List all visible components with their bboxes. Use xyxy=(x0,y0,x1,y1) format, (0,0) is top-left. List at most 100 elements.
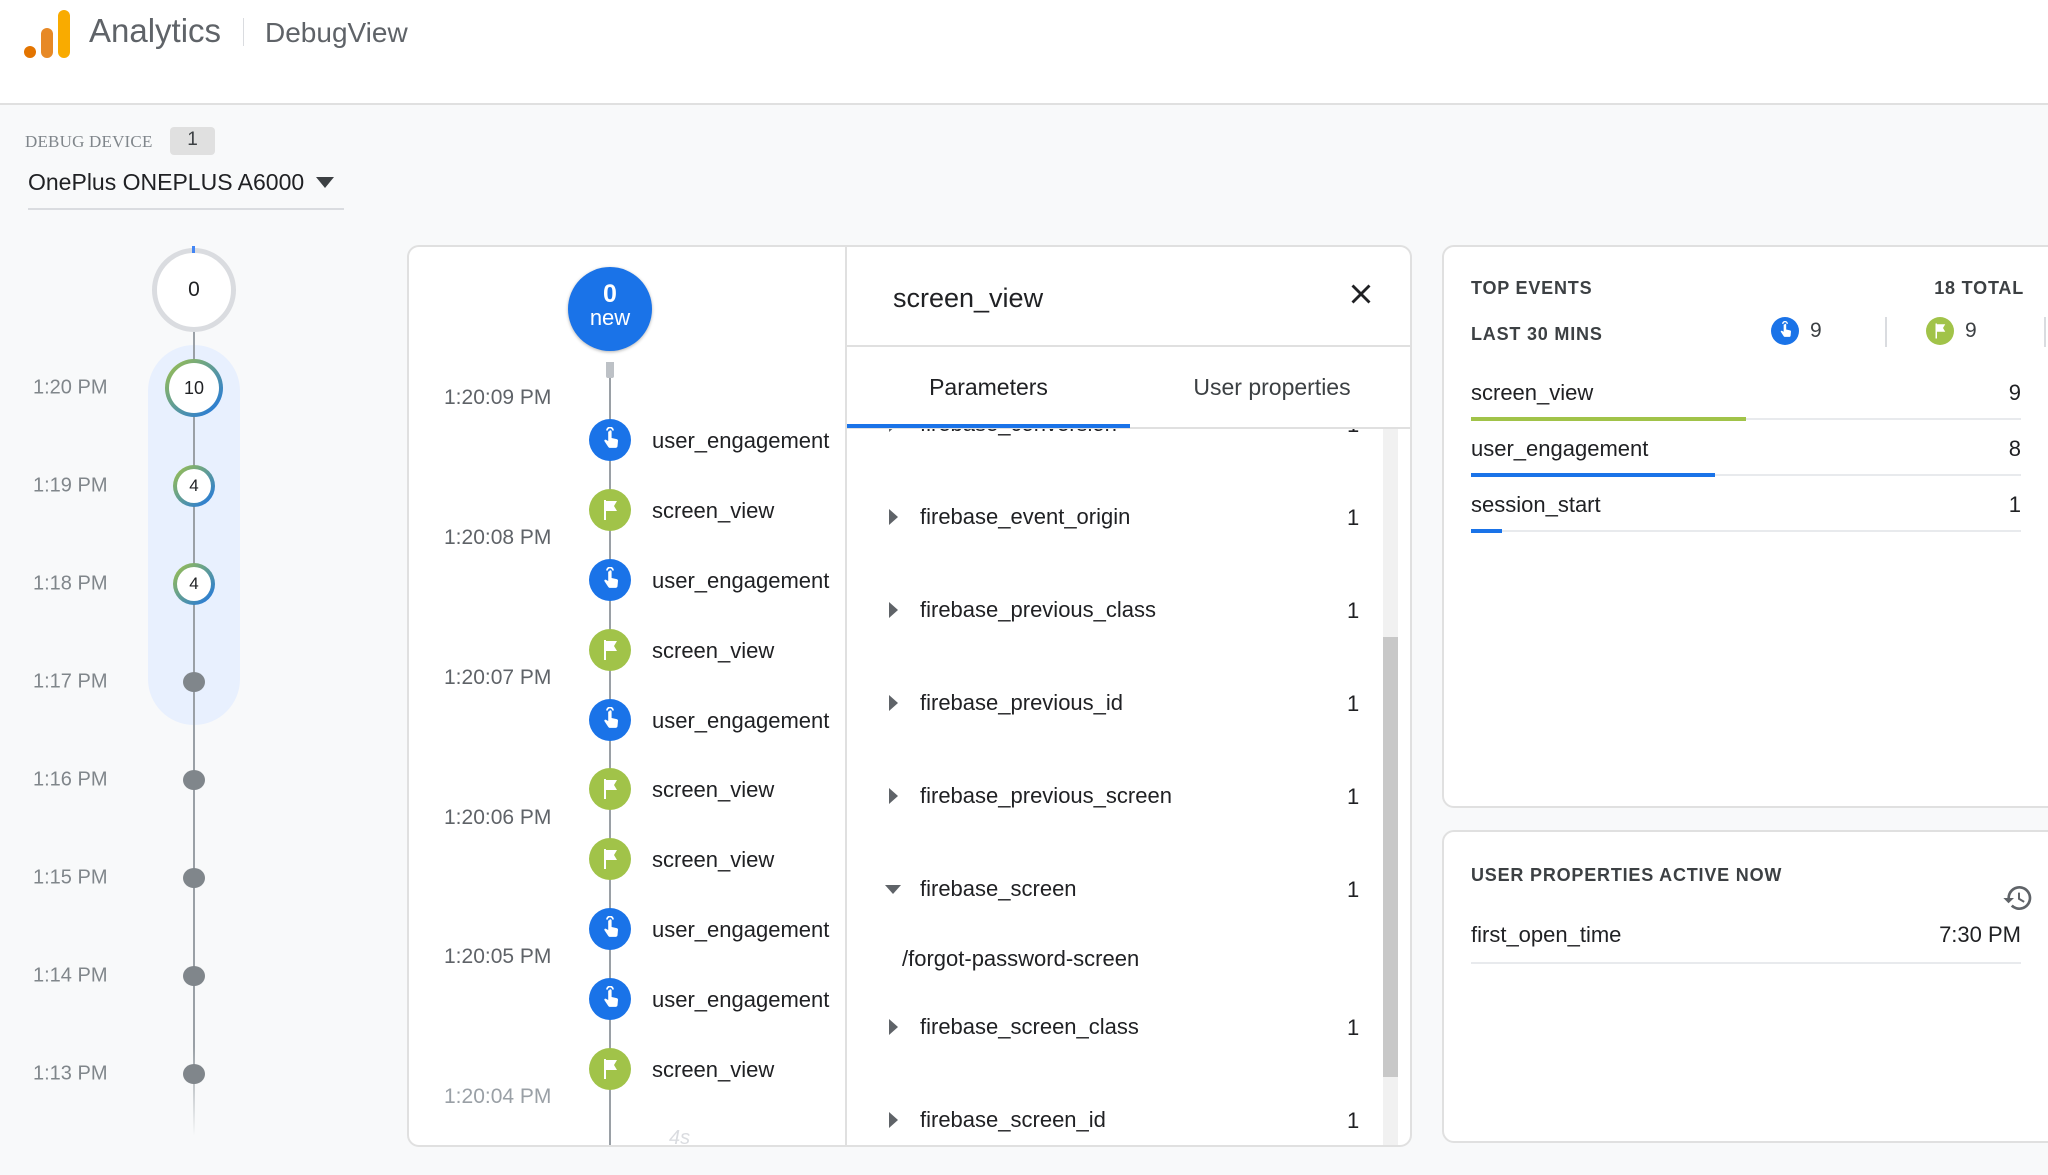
event-row[interactable]: user_engagement xyxy=(589,699,847,743)
parameter-count: 1 xyxy=(1347,598,1360,623)
minute-event-count[interactable]: 4 xyxy=(173,465,215,507)
event-type-count: 9 xyxy=(1965,319,1977,342)
scrollbar-thumb[interactable] xyxy=(1383,637,1398,1077)
active-tab-indicator xyxy=(847,424,1130,428)
touch-icon xyxy=(589,978,631,1020)
event-row[interactable]: user_engagement xyxy=(589,908,847,952)
minute-empty-dot[interactable] xyxy=(183,868,205,888)
minute-label: 1:18 PM xyxy=(33,572,108,595)
top-event-bar-track xyxy=(1471,530,2021,532)
analytics-logo-icon[interactable] xyxy=(24,8,72,58)
minute-label: 1:19 PM xyxy=(33,474,108,497)
new-events-count: 0 xyxy=(603,280,617,308)
second-timestamp: 1:20:08 PM xyxy=(444,526,552,549)
event-name: user_engagement xyxy=(652,428,830,453)
minute-label: 1:13 PM xyxy=(33,1062,108,1085)
minute-event-count[interactable]: 10 xyxy=(165,359,223,417)
second-timestamp: 1:20:06 PM xyxy=(444,806,552,829)
stat-divider xyxy=(1885,317,1887,347)
parameter-count: 1 xyxy=(1347,1015,1360,1040)
minute-empty-dot[interactable] xyxy=(183,1064,205,1084)
top-event-row[interactable]: user_engagement 8 xyxy=(1471,428,2021,484)
stat-divider xyxy=(2044,317,2046,347)
second-timestamp: 1:20:04 PM xyxy=(444,1085,552,1108)
flag-icon xyxy=(589,1048,631,1090)
event-name: user_engagement xyxy=(652,917,830,942)
event-name: screen_view xyxy=(652,777,775,802)
top-event-bar xyxy=(1471,473,1716,477)
caret-right-icon xyxy=(889,1019,898,1035)
touch-icon xyxy=(589,908,631,950)
event-row[interactable]: user_engagement xyxy=(589,419,847,463)
user-property-row[interactable]: first_open_time 7:30 PM xyxy=(1471,914,2021,964)
event-type-count: 9 xyxy=(1810,319,1822,342)
debug-device-count-badge: 1 xyxy=(170,127,215,155)
minute-event-count[interactable]: 4 xyxy=(173,563,215,605)
top-event-bar xyxy=(1471,417,1746,421)
event-row[interactable]: screen_view xyxy=(589,838,847,882)
debug-device-label: DEBUG DEVICE xyxy=(25,132,153,151)
new-events-label: new xyxy=(589,305,631,330)
parameter-row[interactable]: firebase_screen_id 1 xyxy=(847,1100,1367,1140)
parameter-name: firebase_screen xyxy=(920,876,1077,901)
flag-icon xyxy=(1926,317,1954,345)
event-row[interactable]: user_engagement xyxy=(589,978,847,1022)
debug-device-select[interactable]: OnePlus ONEPLUS A6000 xyxy=(28,164,344,210)
parameter-count: 1 xyxy=(1347,429,1359,438)
history-icon[interactable] xyxy=(2002,882,2034,914)
parameters-list: firebase_conversion1 firebase_event_origi… xyxy=(847,429,1410,1145)
minute-empty-dot[interactable] xyxy=(183,966,205,986)
event-row[interactable]: user_engagement xyxy=(589,559,847,603)
new-events-button[interactable]: 0 new xyxy=(568,267,652,351)
minute-label: 1:15 PM xyxy=(33,866,108,889)
event-name: screen_view xyxy=(652,638,775,663)
header-divider xyxy=(243,18,244,46)
faded-duration-label: 4s xyxy=(669,1127,691,1147)
parameter-row[interactable]: firebase_previous_id 1 xyxy=(847,683,1367,723)
parameter-count: 1 xyxy=(1347,784,1360,809)
second-timestamp: 1:20:07 PM xyxy=(444,666,552,689)
event-name: screen_view xyxy=(652,1057,775,1082)
parameter-count: 1 xyxy=(1347,691,1360,716)
user-properties-title: USER PROPERTIES ACTIVE NOW xyxy=(1471,865,1783,885)
stream-cap xyxy=(606,362,614,378)
event-name: screen_view xyxy=(652,498,775,523)
tab-parameters[interactable]: Parameters xyxy=(847,347,1130,427)
second-timestamp: 1:20:05 PM xyxy=(444,945,552,968)
parameter-name: firebase_screen_class xyxy=(920,1014,1139,1039)
close-button[interactable] xyxy=(1344,277,1378,311)
top-events-total: 18 TOTAL xyxy=(1934,278,2024,298)
top-event-bar xyxy=(1471,529,1502,533)
current-minute-progress xyxy=(192,246,195,253)
caret-right-icon xyxy=(889,1112,898,1128)
parameter-row[interactable]: firebase_previous_class 1 xyxy=(847,590,1367,630)
caret-down-icon xyxy=(885,885,901,894)
top-event-name: session_start xyxy=(1471,492,1601,517)
event-row[interactable]: screen_view xyxy=(589,1048,847,1092)
parameter-row[interactable]: firebase_event_origin 1 xyxy=(847,497,1367,537)
top-event-row[interactable]: screen_view 9 xyxy=(1471,372,2021,428)
event-row[interactable]: screen_view xyxy=(589,629,847,673)
parameter-count: 1 xyxy=(1347,877,1360,902)
user-property-name: first_open_time xyxy=(1471,922,1622,947)
flag-icon xyxy=(589,838,631,880)
minute-empty-dot[interactable] xyxy=(183,672,205,692)
dropdown-arrow-icon xyxy=(316,177,334,188)
parameter-row[interactable]: firebase_screen 1 xyxy=(847,869,1367,909)
minute-label: 1:16 PM xyxy=(33,768,108,791)
touch-icon xyxy=(1771,317,1799,345)
parameter-row[interactable]: firebase_screen_class 1 xyxy=(847,1007,1367,1047)
parameter-row[interactable]: firebase_previous_screen 1 xyxy=(847,776,1367,816)
parameter-name: firebase_event_origin xyxy=(920,504,1131,529)
parameter-row[interactable]: firebase_conversion 1 xyxy=(847,429,1367,444)
event-row[interactable]: screen_view xyxy=(589,768,847,812)
current-minute-counter[interactable]: 0 xyxy=(152,248,236,332)
touch-icon xyxy=(589,559,631,601)
tab-user-properties[interactable]: User properties xyxy=(1130,347,1410,427)
top-event-row[interactable]: session_start 1 xyxy=(1471,484,2021,540)
parameter-value: /forgot-password-screen xyxy=(902,946,1140,971)
event-row[interactable]: screen_view xyxy=(589,489,847,533)
event-detail-panel: screen_view Parameters User properties f… xyxy=(847,247,1410,1145)
minute-empty-dot[interactable] xyxy=(183,770,205,790)
caret-right-icon xyxy=(889,602,898,618)
